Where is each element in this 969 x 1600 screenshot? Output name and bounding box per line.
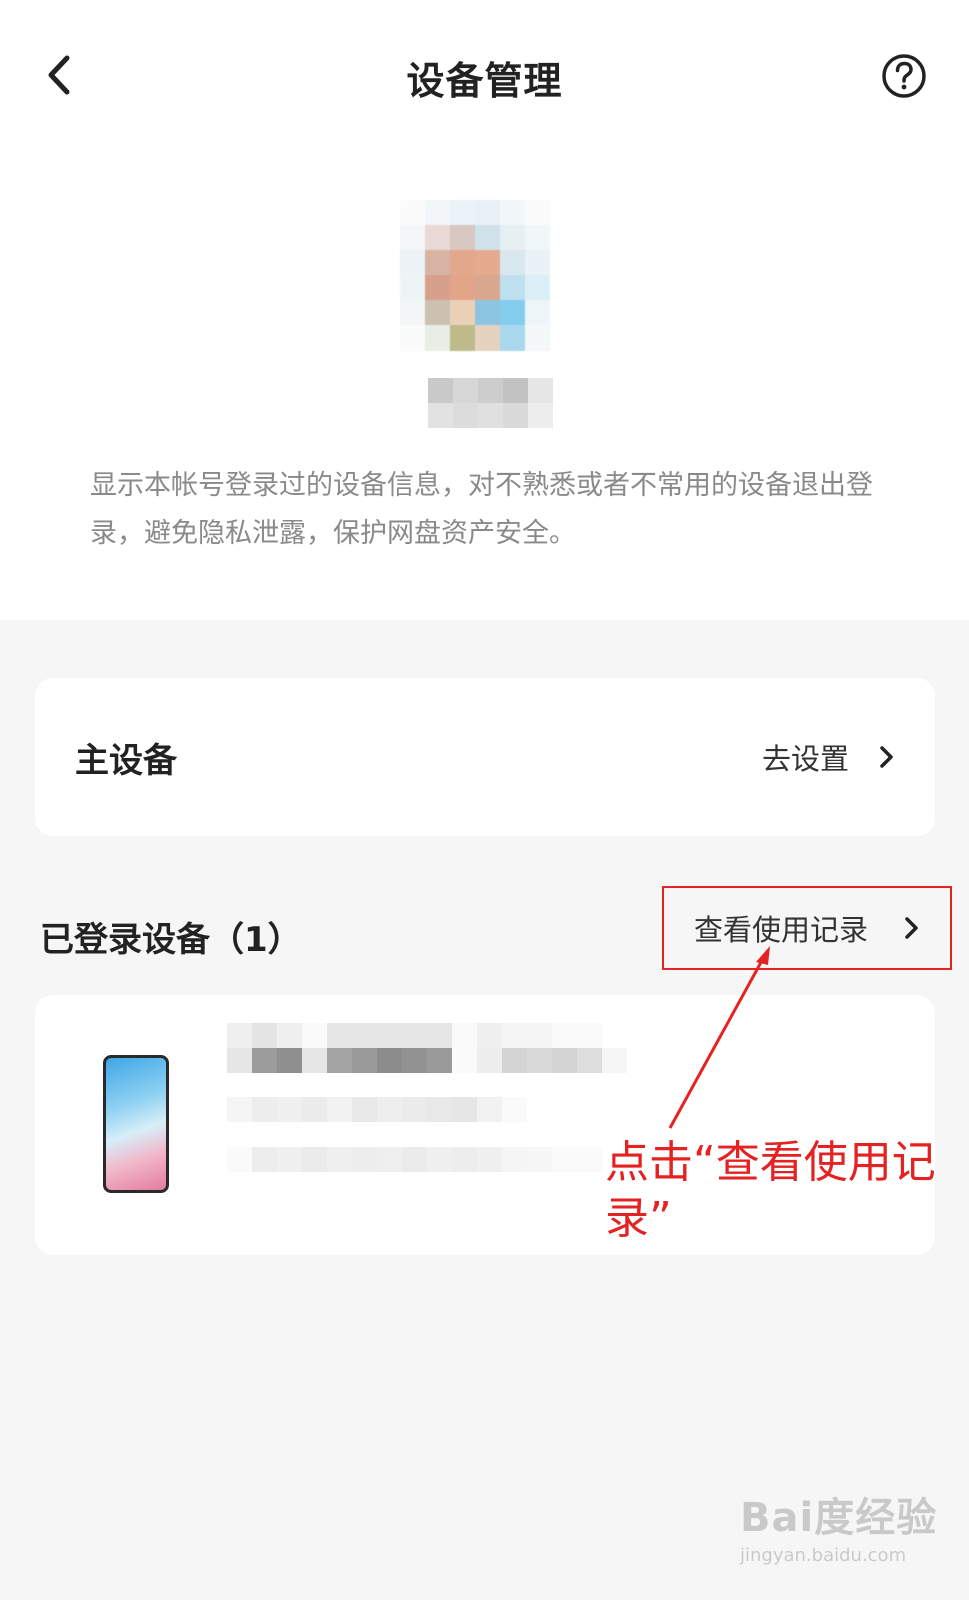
device-time-pixelated <box>227 1147 602 1172</box>
phone-icon <box>103 1055 169 1193</box>
device-detail-pixelated <box>227 1097 527 1122</box>
logged-in-devices-title: 已登录设备（1） <box>40 920 302 960</box>
view-usage-log-button[interactable]: 查看使用记录 <box>662 886 952 970</box>
user-avatar-pixelated <box>400 200 550 355</box>
question-circle-icon <box>882 54 926 98</box>
watermark-url: jingyan.baidu.com <box>740 1545 907 1566</box>
baidu-jingyan-watermark: Bai度经验 jingyan.baidu.com <box>740 1485 940 1566</box>
annotation-text: 点击“查看使用记录” <box>605 1137 936 1244</box>
device-name-pixelated <box>227 1023 627 1048</box>
watermark-brand: Bai度经验 <box>740 1495 938 1541</box>
device-info-description: 显示本帐号登录过的设备信息，对不熟悉或者不常用的设备退出登录，避免隐私泄露，保护… <box>90 470 873 549</box>
help-button[interactable] <box>880 52 930 102</box>
go-settings-label: 去设置 <box>761 742 849 776</box>
go-settings-button[interactable]: 去设置 <box>762 736 895 778</box>
chevron-right-icon <box>905 917 918 939</box>
username-pixelated <box>428 378 553 428</box>
chevron-right-icon <box>880 746 893 768</box>
primary-device-card[interactable]: 主设备 去设置 <box>35 678 935 836</box>
device-model-pixelated <box>227 1048 627 1073</box>
view-usage-log-label: 查看使用记录 <box>694 913 869 947</box>
primary-device-label: 主设备 <box>75 741 177 781</box>
page-title: 设备管理 <box>406 59 563 103</box>
